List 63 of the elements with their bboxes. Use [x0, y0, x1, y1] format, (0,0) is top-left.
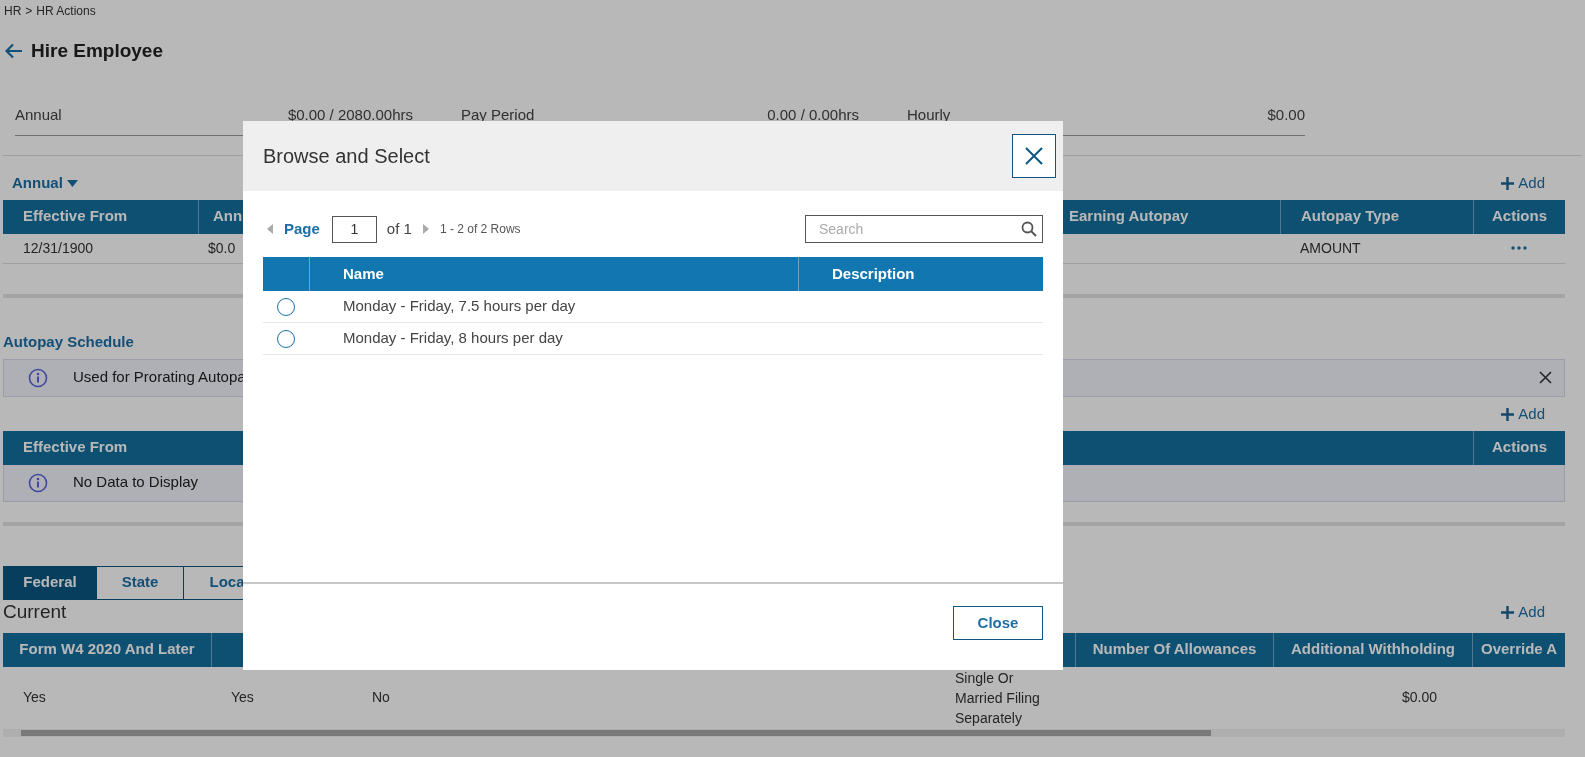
column-header[interactable]: Name — [309, 257, 798, 291]
row-name: Monday - Friday, 8 hours per day — [342, 328, 564, 349]
tab[interactable]: Federal — [3, 565, 97, 600]
table-cell-text: 12/31/1900 — [22, 238, 95, 258]
add-link[interactable]: Add — [1501, 403, 1545, 426]
summary-value: $0.00 — [1267, 105, 1305, 125]
column-header[interactable]: Actions — [1473, 199, 1565, 234]
tab[interactable]: State — [96, 565, 184, 600]
summary-label: Annual — [15, 105, 62, 125]
column-header[interactable]: Additional Withholding — [1273, 632, 1472, 667]
page-label: Page — [284, 218, 320, 239]
page-input[interactable]: 1 — [331, 215, 377, 243]
page-count: of 1 — [386, 218, 412, 239]
rows-info: 1 - 2 of 2 Rows — [439, 221, 521, 238]
list-row[interactable]: Monday - Friday, 8 hours per day — [263, 323, 1043, 355]
horizontal-scrollbar[interactable] — [3, 728, 1565, 737]
page-title: Hire Employee — [31, 38, 163, 63]
column-header[interactable]: Actions — [1473, 430, 1565, 465]
summary-label: Hourly — [907, 105, 951, 125]
close-icon[interactable] — [1539, 371, 1552, 384]
empty-message: No Data to Display — [73, 472, 199, 493]
summary-label: Pay Period — [461, 105, 535, 125]
dialog-title: Browse and Select — [263, 144, 430, 169]
caret-icon — [66, 180, 78, 187]
info-icon — [28, 367, 48, 388]
section-title: Autopay Schedule — [3, 331, 134, 351]
section-title: Current — [3, 600, 67, 625]
previous-page-icon[interactable] — [267, 224, 273, 234]
column-header[interactable]: Effective From — [3, 199, 198, 234]
add-link[interactable]: Add — [1501, 601, 1545, 624]
plus-icon — [1501, 606, 1515, 619]
more-options-icon[interactable] — [1511, 246, 1527, 250]
column-header[interactable]: Autopay Type — [1280, 199, 1473, 234]
search-icon — [1021, 221, 1037, 237]
summary-value: 0.00 / 0.00hrs — [767, 105, 859, 125]
plus-icon — [1501, 408, 1515, 421]
list-row[interactable]: Monday - Friday, 7.5 hours per day — [263, 291, 1043, 323]
table-cell: Yes — [23, 689, 46, 705]
table-cell: No — [372, 689, 390, 705]
table-cell-text: Single Or Married Filing Separately — [955, 668, 1041, 728]
add-link[interactable]: Add — [1501, 172, 1545, 195]
table-cell-text: $0.0 — [207, 238, 237, 258]
close-button[interactable] — [1012, 134, 1056, 178]
breadcrumb-separator: > — [25, 3, 33, 20]
column-header[interactable]: Number Of Allowances — [1075, 632, 1273, 667]
row-name: Monday - Friday, 7.5 hours per day — [342, 296, 577, 317]
table-cell-text: AMOUNT — [1299, 238, 1362, 258]
plus-icon — [1501, 177, 1515, 190]
summary-value: $0.00 / 2080.00hrs — [287, 105, 413, 125]
annual-dropdown[interactable]: Annual — [12, 172, 78, 195]
column-header[interactable]: Description — [798, 257, 1043, 291]
table-cell-text: $0.00 — [1401, 688, 1437, 707]
close-button[interactable]: Close — [953, 606, 1043, 640]
back-arrow-icon[interactable] — [5, 43, 23, 59]
breadcrumb-link[interactable]: HR Actions — [36, 2, 96, 20]
breadcrumb-link[interactable]: HR — [4, 2, 22, 20]
next-page-icon[interactable] — [422, 224, 429, 234]
close-icon — [1025, 147, 1043, 165]
info-icon — [28, 472, 48, 493]
column-header[interactable]: Form W4 2020 And Later — [3, 632, 211, 667]
column-header[interactable]: Override A — [1472, 632, 1565, 667]
table-cell: Yes — [231, 689, 254, 705]
search-field[interactable]: Search — [805, 215, 1043, 243]
